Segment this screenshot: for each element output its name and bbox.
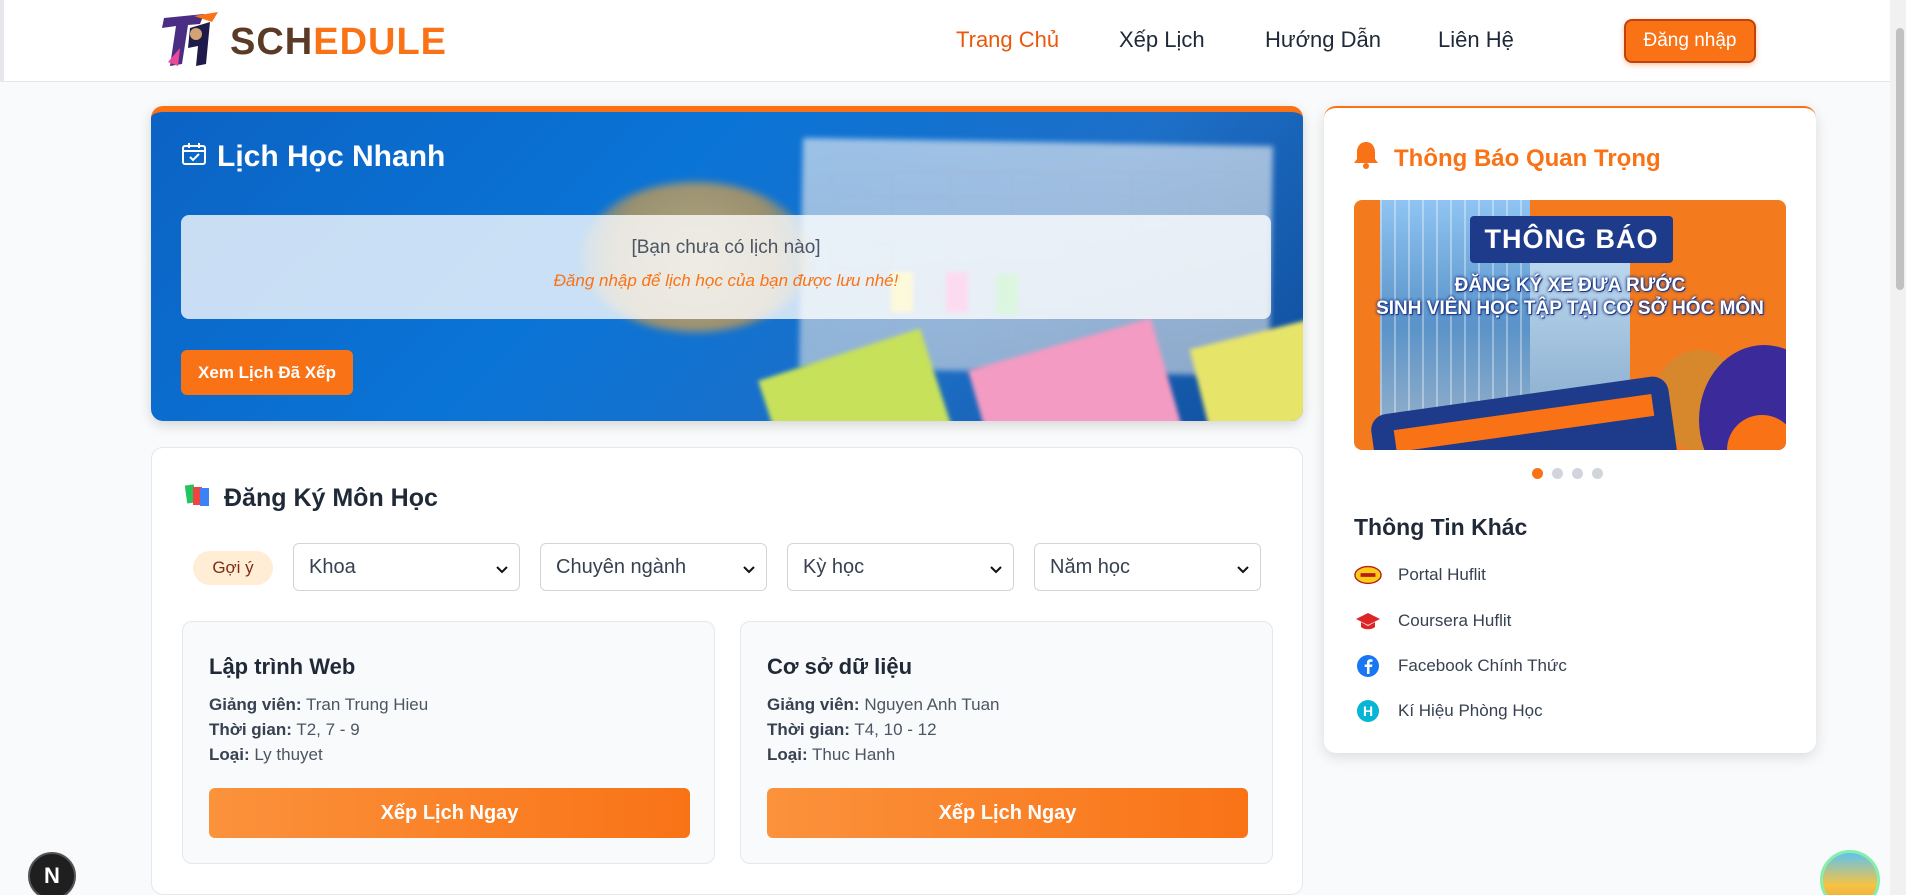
year-select[interactable]: Năm học: [1034, 543, 1261, 591]
link-room-codes[interactable]: H Kí Hiệu Phòng Học: [1354, 699, 1543, 723]
schedule-now-button[interactable]: Xếp Lịch Ngay: [767, 788, 1248, 838]
quick-schedule-title: Lịch Học Nhanh: [181, 140, 445, 174]
time-value: T4, 10 - 12: [854, 720, 937, 739]
beach-chat-icon[interactable]: [1820, 850, 1880, 895]
calendar-check-icon: [181, 140, 207, 174]
carousel-dot[interactable]: [1552, 468, 1563, 479]
scrollbar-thumb[interactable]: [1896, 28, 1904, 290]
link-label: Coursera Huflit: [1398, 611, 1512, 630]
suggest-badge[interactable]: Gợi ý: [193, 551, 273, 585]
svg-text:H: H: [1363, 703, 1373, 719]
time-label: Thời gian:: [767, 720, 850, 739]
books-icon: [184, 482, 212, 515]
logo[interactable]: SCHEDULE: [160, 8, 447, 72]
chevron-down-icon: [1236, 559, 1250, 582]
banner-line-2: SINH VIÊN HỌC TẬP TẠI CƠ SỞ HÓC MÔN: [1376, 298, 1764, 319]
link-coursera-huflit[interactable]: Coursera Huflit: [1354, 609, 1511, 633]
banner-line-1: ĐĂNG KÝ XE ĐƯA RƯỚC: [1454, 275, 1686, 296]
year-select-value: Năm học: [1050, 555, 1131, 578]
register-course-card: Đăng Ký Môn Học Gợi ý Khoa Chuyên ngành …: [151, 447, 1303, 895]
carousel-dots: [1532, 468, 1612, 479]
semester-select-value: Kỳ học: [803, 555, 865, 578]
chevron-down-icon: [495, 559, 509, 582]
empty-schedule-text: [Bạn chưa có lịch nào]: [631, 237, 821, 258]
notice-title-text: Thông Báo Quan Trọng: [1394, 144, 1661, 172]
chevron-down-icon: [742, 559, 756, 582]
course-teacher: Giảng viên: Tran Trung Hieu: [209, 695, 428, 715]
schedule-now-button[interactable]: Xếp Lịch Ngay: [209, 788, 690, 838]
semester-select[interactable]: Kỳ học: [787, 543, 1014, 591]
chevron-down-icon: [989, 559, 1003, 582]
link-portal-huflit[interactable]: Portal Huflit: [1354, 563, 1486, 587]
banner-heading: THÔNG BÁO: [1470, 216, 1673, 263]
other-info-title: Thông Tin Khác: [1354, 514, 1528, 540]
login-hint-text: Đăng nhập để lịch học của bạn được lưu n…: [553, 271, 899, 290]
notice-panel: Thông Báo Quan Trọng THÔNG BÁO ĐĂNG KÝ X…: [1324, 106, 1816, 753]
notice-title: Thông Báo Quan Trọng: [1352, 140, 1661, 177]
facebook-icon: [1354, 654, 1382, 678]
empty-schedule-box: [Bạn chưa có lịch nào] Đăng nhập để lịch…: [181, 215, 1271, 319]
teacher-value: Tran Trung Hieu: [306, 695, 429, 714]
login-button[interactable]: Đăng nhập: [1624, 19, 1756, 63]
register-title-text: Đăng Ký Môn Học: [224, 484, 438, 512]
carousel-dot[interactable]: [1532, 468, 1543, 479]
course-type: Loại: Ly thuyet: [209, 745, 323, 765]
type-value: Thuc Hanh: [812, 745, 896, 764]
logo-text: SCHEDULE: [230, 20, 448, 63]
nav-schedule[interactable]: Xếp Lịch: [1119, 27, 1205, 53]
h-circle-icon: H: [1354, 699, 1382, 723]
announcement-banner[interactable]: THÔNG BÁO ĐĂNG KÝ XE ĐƯA RƯỚC SINH VIÊN …: [1354, 200, 1786, 450]
carousel-dot[interactable]: [1592, 468, 1603, 479]
register-title: Đăng Ký Môn Học: [184, 482, 438, 515]
link-label: Facebook Chính Thức: [1398, 656, 1567, 675]
type-label: Loại:: [209, 745, 250, 764]
bell-icon: [1352, 140, 1380, 177]
carousel-dot[interactable]: [1572, 468, 1583, 479]
nav-guide[interactable]: Hướng Dẫn: [1265, 27, 1381, 53]
faculty-select[interactable]: Khoa: [293, 543, 520, 591]
course-card: Lập trình Web Giảng viên: Tran Trung Hie…: [182, 621, 715, 864]
link-label: Kí Hiệu Phòng Học: [1398, 701, 1543, 720]
nav-contact[interactable]: Liên Hệ: [1438, 27, 1514, 53]
time-label: Thời gian:: [209, 720, 292, 739]
faculty-select-value: Khoa: [309, 555, 356, 578]
course-teacher: Giảng viên: Nguyen Anh Tuan: [767, 695, 999, 715]
type-label: Loại:: [767, 745, 808, 764]
teacher-label: Giảng viên:: [767, 695, 860, 714]
link-label: Portal Huflit: [1398, 565, 1486, 584]
top-header: SCHEDULE Trang Chủ Xếp Lịch Hướng Dẫn Li…: [0, 0, 1890, 82]
quick-schedule-title-text: Lịch Học Nhanh: [217, 140, 446, 173]
dev-tools-badge[interactable]: N: [28, 852, 76, 895]
logo-mark-icon: [160, 8, 224, 72]
teacher-label: Giảng viên:: [209, 695, 302, 714]
course-time: Thời gian: T4, 10 - 12: [767, 720, 937, 740]
quick-schedule-card: Lịch Học Nhanh [Bạn chưa có lịch nào] Đă…: [151, 106, 1303, 421]
major-select[interactable]: Chuyên ngành: [540, 543, 767, 591]
course-name: Cơ sở dữ liệu: [767, 654, 913, 679]
link-facebook[interactable]: Facebook Chính Thức: [1354, 654, 1567, 678]
view-schedule-button[interactable]: Xem Lịch Đã Xếp: [181, 350, 353, 395]
course-type: Loại: Thuc Hanh: [767, 745, 895, 765]
course-card: Cơ sở dữ liệu Giảng viên: Nguyen Anh Tua…: [740, 621, 1273, 864]
teacher-value: Nguyen Anh Tuan: [864, 695, 1000, 714]
nav-home[interactable]: Trang Chủ: [956, 27, 1059, 53]
major-select-value: Chuyên ngành: [556, 555, 687, 578]
graduation-cap-icon: [1354, 609, 1382, 633]
course-name: Lập trình Web: [209, 654, 356, 679]
type-value: Ly thuyet: [254, 745, 323, 764]
huflit-logo-icon: [1354, 563, 1382, 587]
course-time: Thời gian: T2, 7 - 9: [209, 720, 360, 740]
time-value: T2, 7 - 9: [296, 720, 360, 739]
